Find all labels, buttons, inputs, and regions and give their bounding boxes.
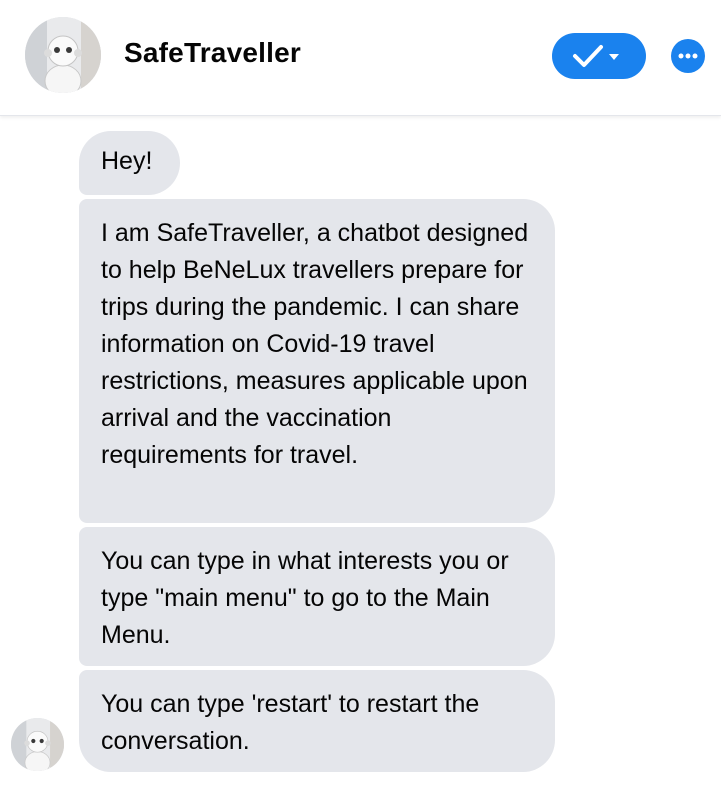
more-options-icon (678, 53, 698, 59)
chat-header: SafeTraveller (0, 0, 721, 116)
message-bubble: I am SafeTraveller, a chatbot designed t… (79, 199, 555, 523)
chat-title: SafeTraveller (124, 37, 301, 68)
bot-avatar[interactable] (25, 17, 101, 93)
message-bubble: Hey! (79, 131, 180, 195)
robot-avatar-icon (11, 718, 64, 771)
message-bubble: You can type 'restart' to restart the co… (79, 670, 555, 772)
robot-avatar-icon (25, 17, 101, 93)
message-bubble: You can type in what interests you or ty… (79, 527, 555, 666)
more-options-button[interactable] (671, 39, 705, 73)
bot-message-avatar[interactable] (11, 718, 64, 771)
status-dropdown-button[interactable] (552, 33, 646, 79)
check-dropdown-icon (573, 45, 619, 67)
